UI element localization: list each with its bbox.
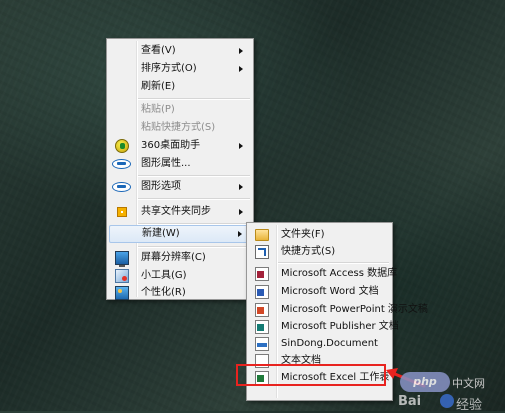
php-watermark-text: 中文网 — [452, 377, 485, 390]
submenu-item-sindong-document[interactable]: SinDong.Document — [249, 335, 390, 353]
menu-item-screen-resolution[interactable]: 屏幕分辨率(C) — [109, 249, 251, 267]
menu-separator — [278, 262, 389, 264]
submenu-arrow-icon — [238, 231, 242, 237]
menu-separator — [138, 98, 250, 100]
menu-item-graphics-options[interactable]: 图形选项 — [109, 178, 251, 196]
menu-item-sort-by[interactable]: 排序方式(O) — [109, 60, 251, 78]
baidu-paw-icon — [440, 394, 454, 408]
annotation-highlight-box — [236, 364, 386, 386]
submenu-item-access-database[interactable]: Microsoft Access 数据库 — [249, 265, 397, 283]
menu-item-label: 360桌面助手 — [141, 140, 201, 151]
access-icon — [255, 267, 269, 281]
menu-item-label: 文件夹(F) — [281, 229, 325, 240]
menu-separator — [138, 175, 250, 177]
menu-item-label: SinDong.Document — [281, 338, 378, 349]
menu-item-personalize[interactable]: 个性化(R) — [109, 284, 251, 302]
menu-item-label: 排序方式(O) — [141, 63, 197, 74]
menu-item-label: 小工具(G) — [141, 270, 187, 281]
submenu-arrow-icon — [239, 209, 243, 215]
menu-item-label: 图形选项 — [141, 181, 181, 192]
menu-item-graphics-properties[interactable]: 图形属性... — [109, 155, 251, 173]
gadgets-icon — [115, 269, 129, 283]
word-icon — [255, 285, 269, 299]
submenu-item-powerpoint-presentation[interactable]: Microsoft PowerPoint 演示文稿 — [249, 301, 428, 319]
menu-item-paste-shortcut[interactable]: 粘贴快捷方式(S) — [109, 119, 251, 137]
menu-separator — [138, 246, 250, 248]
menu-item-label: 粘贴(P) — [141, 104, 175, 115]
sindong-icon — [255, 337, 269, 351]
submenu-arrow-icon — [239, 184, 243, 190]
menu-item-shared-folder-sync[interactable]: 共享文件夹同步 — [109, 203, 251, 221]
php-watermark-logo: php — [400, 372, 450, 392]
powerpoint-icon — [255, 303, 269, 317]
menu-item-label: 刷新(E) — [141, 81, 176, 92]
menu-item-label: Microsoft Access 数据库 — [281, 268, 398, 279]
submenu-arrow-icon — [239, 66, 243, 72]
menu-item-label: 粘贴快捷方式(S) — [141, 122, 216, 133]
intel-graphics-icon — [112, 159, 131, 169]
personalize-icon — [115, 286, 129, 300]
menu-item-view[interactable]: 查看(V) — [109, 42, 251, 60]
menu-item-label: 图形属性... — [141, 158, 191, 169]
menu-item-label: 查看(V) — [141, 45, 176, 56]
menu-item-360-desktop-assistant[interactable]: 360桌面助手 — [109, 137, 251, 155]
submenu-item-publisher-document[interactable]: Microsoft Publisher 文档 — [249, 318, 399, 336]
publisher-icon — [255, 320, 269, 334]
menu-item-label: 共享文件夹同步 — [141, 206, 211, 217]
menu-separator — [138, 198, 250, 200]
submenu-arrow-icon — [239, 48, 243, 54]
baidu-jingyan-text: 经验 — [456, 398, 483, 413]
menu-item-label: 新建(W) — [142, 228, 180, 239]
shared-folder-sync-icon — [117, 207, 127, 217]
folder-icon — [255, 229, 269, 241]
menu-item-label: Microsoft PowerPoint 演示文稿 — [281, 304, 428, 315]
submenu-item-shortcut[interactable]: 快捷方式(S) — [249, 243, 390, 261]
monitor-icon — [115, 251, 129, 267]
menu-item-label: 个性化(R) — [141, 287, 186, 298]
shortcut-icon — [255, 245, 269, 259]
menu-item-label: Microsoft Publisher 文档 — [281, 321, 399, 332]
menu-item-label: 快捷方式(S) — [281, 246, 336, 257]
menu-item-paste[interactable]: 粘贴(P) — [109, 101, 251, 119]
submenu-item-folder[interactable]: 文件夹(F) — [249, 226, 390, 244]
intel-graphics-icon — [112, 182, 131, 192]
360-icon — [115, 139, 129, 153]
submenu-arrow-icon — [239, 143, 243, 149]
menu-item-new[interactable]: 新建(W) — [109, 225, 251, 243]
desktop-context-menu: 查看(V) 排序方式(O) 刷新(E) 粘贴(P) 粘贴快捷方式(S) 360桌… — [106, 38, 254, 300]
menu-item-gadgets[interactable]: 小工具(G) — [109, 267, 251, 285]
menu-item-refresh[interactable]: 刷新(E) — [109, 78, 251, 96]
menu-item-label: 屏幕分辨率(C) — [141, 252, 206, 263]
submenu-item-word-document[interactable]: Microsoft Word 文档 — [249, 283, 390, 301]
baidu-watermark-text: Bai — [398, 394, 422, 409]
menu-item-label: Microsoft Word 文档 — [281, 286, 379, 297]
